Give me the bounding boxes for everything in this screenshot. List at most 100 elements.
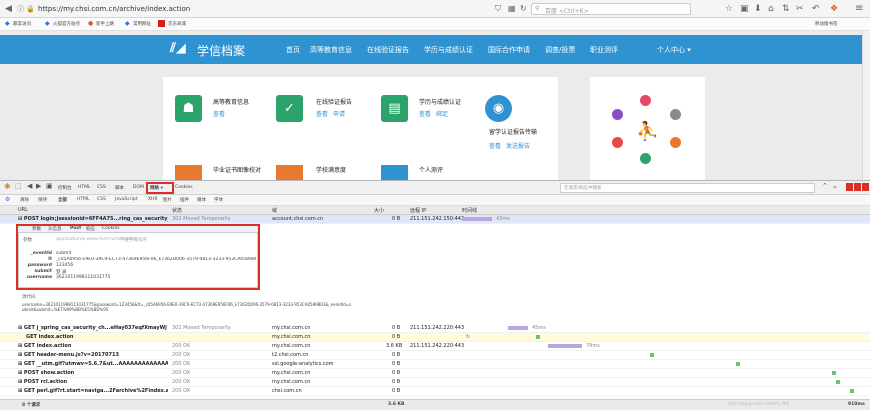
addon-icon[interactable]: ❖: [830, 0, 838, 18]
nav-item[interactable]: 学历与成绩认证: [424, 45, 473, 55]
service-title[interactable]: 学校满意度: [316, 165, 346, 174]
minimize-icon[interactable]: [846, 183, 853, 191]
tab-cookies[interactable]: Cookies: [175, 185, 193, 190]
service-title[interactable]: 毕业证书图像校对: [213, 165, 261, 174]
filter-persist[interactable]: 保持: [38, 197, 47, 203]
home-icon[interactable]: ⌂: [768, 0, 774, 18]
bookmark-item[interactable]: 京东商城: [168, 21, 186, 27]
detach-icon[interactable]: [854, 183, 861, 191]
filter-plugins[interactable]: 插件: [180, 197, 189, 203]
filter-images[interactable]: 图片: [163, 197, 172, 203]
network-filter-bar: ⚙ 清除 保持 全部 HTML CSS JavaScript XHR 图片 插件…: [0, 195, 870, 206]
request-domain: t2.chsi.com.cn: [272, 352, 309, 358]
request-row[interactable]: ⊞ GET __utm.gif?utmwv=5.6.7&ut...AAAAAAA…: [0, 360, 870, 369]
bookmark-item[interactable]: 新手上路: [96, 21, 114, 27]
tab-script[interactable]: 脚本: [115, 185, 124, 191]
mobile-bookmarks[interactable]: 移动版书签: [815, 21, 838, 27]
download-icon[interactable]: ⬇: [754, 0, 762, 18]
request-row[interactable]: ⊞ GET index.action 200 OK my.chsi.com.cn…: [0, 342, 870, 351]
request-row[interactable]: ⊞ GET header-menu.js?v=20170713 200 OK t…: [0, 351, 870, 360]
filter-html[interactable]: HTML: [77, 197, 90, 202]
service-link[interactable]: 查看: [213, 109, 225, 118]
filter-all[interactable]: 全部: [58, 197, 67, 203]
service-title[interactable]: 学历与成绩认证: [419, 97, 461, 106]
service-link[interactable]: 申请: [333, 109, 345, 118]
nav-item[interactable]: 调查/投票: [545, 45, 575, 55]
nav-item[interactable]: 高等教育信息: [310, 45, 352, 55]
grid-icon[interactable]: ▦: [508, 0, 516, 18]
request-url: ⊞ POST rcl.action: [18, 379, 68, 385]
nav-item[interactable]: 在线验证报告: [367, 45, 409, 55]
column-url[interactable]: URL: [18, 207, 28, 213]
request-row[interactable]: ⊞ GET perl.gif?rt.start=naviga...2Farchi…: [0, 387, 870, 396]
back-icon[interactable]: ◀: [5, 0, 12, 18]
request-row[interactable]: GET index.action my.chsi.com.cn 0 B ↻: [0, 333, 870, 342]
nav-item[interactable]: 个人中心 ▾: [657, 45, 691, 55]
next-icon[interactable]: ⌄: [832, 182, 838, 190]
tab-console[interactable]: 控制台: [58, 185, 72, 191]
nav-item[interactable]: 职业测评: [590, 45, 618, 55]
tab-css[interactable]: CSS: [97, 185, 106, 190]
devtools-search[interactable]: 在请求/响应中搜索: [560, 183, 815, 193]
service-link[interactable]: 查看: [316, 109, 328, 118]
column-remote-ip[interactable]: 远程 IP: [410, 207, 426, 214]
search-icon: ⚲: [535, 5, 540, 12]
bookmark-item[interactable]: 最常访问: [13, 21, 31, 27]
service-link[interactable]: 绑定: [436, 109, 448, 118]
request-size: 0 B: [392, 370, 401, 376]
column-timeline[interactable]: 时间线: [462, 207, 477, 214]
service-link[interactable]: 发送报告: [506, 141, 530, 150]
screenshot-icon[interactable]: ✂: [796, 0, 804, 18]
undo-icon[interactable]: ↶: [812, 0, 820, 18]
page-scrollbar[interactable]: [862, 31, 870, 180]
column-status[interactable]: 状态: [172, 207, 182, 214]
request-url: ⊞ GET perl.gif?rt.start=naviga...2Farchi…: [18, 388, 168, 394]
tab-dom[interactable]: DOM: [133, 185, 144, 190]
prev-icon[interactable]: ⌃: [822, 182, 828, 190]
close-icon[interactable]: [862, 183, 869, 191]
service-title[interactable]: 留学认证报告传输: [489, 127, 537, 136]
request-row[interactable]: ⊞ GET j_spring_cas_security_ch...eHay037…: [0, 324, 870, 333]
filter-clear[interactable]: 清除: [20, 197, 29, 203]
sync-icon[interactable]: ⇅: [782, 0, 790, 18]
filter-media[interactable]: 媒体: [197, 197, 206, 203]
request-url: ⊞ GET j_spring_cas_security_ch...eHay037…: [18, 325, 167, 331]
nav-item[interactable]: 国际合作申请: [488, 45, 530, 55]
filter-xhr[interactable]: XHR: [148, 197, 158, 202]
request-size: 3.6 KB: [386, 343, 403, 349]
site-logo[interactable]: 学信档案: [197, 42, 245, 59]
filter-css[interactable]: CSS: [97, 197, 106, 202]
forward-icon[interactable]: ▶: [36, 182, 41, 190]
inspect-icon[interactable]: ⬚: [15, 182, 22, 190]
service-link[interactable]: 查看: [489, 141, 501, 150]
selected-request-row[interactable]: ⊟ POST login;jsessionid=6FF4A75...ring_c…: [0, 215, 870, 224]
firebug-icon[interactable]: ✱: [4, 182, 11, 191]
request-row[interactable]: ⊞ POST rcl.action 200 OK my.chsi.com.cn …: [0, 378, 870, 387]
shield-icon[interactable]: ⛉: [495, 0, 501, 18]
back-icon[interactable]: ◀: [27, 182, 32, 190]
browser-toolbar: ◀ ⓘ 🔒 https://my.chsi.com.cn/archive/ind…: [0, 0, 870, 18]
column-size[interactable]: 大小: [374, 207, 384, 214]
menu-icon[interactable]: ≡: [855, 0, 863, 18]
bookmark-item[interactable]: 火狐官方站点: [53, 21, 80, 27]
column-domain[interactable]: 域: [272, 207, 277, 214]
filter-fonts[interactable]: 字体: [214, 197, 223, 203]
search-box[interactable]: ⚲ 百度 <Ctrl+K>: [531, 3, 691, 15]
tab-html[interactable]: HTML: [78, 185, 91, 190]
star-icon[interactable]: ☆: [725, 0, 733, 18]
filter-js[interactable]: JavaScript: [115, 197, 138, 202]
service-title[interactable]: 高等教育信息: [213, 97, 249, 106]
bookmark-item[interactable]: 常用网址: [133, 21, 151, 27]
request-row[interactable]: ⊞ POST show.action 200 OK my.chsi.com.cn…: [0, 369, 870, 378]
service-link[interactable]: 查看: [419, 109, 431, 118]
dock-icon[interactable]: ▣: [46, 182, 53, 190]
nav-item[interactable]: 首页: [286, 45, 300, 55]
reload-icon[interactable]: ↻: [520, 0, 527, 18]
service-title[interactable]: 个人测评: [419, 165, 443, 174]
request-domain: ssl.google-analytics.com: [272, 361, 334, 367]
service-title[interactable]: 在线验证报告: [316, 97, 352, 106]
settings-icon[interactable]: ⚙: [5, 196, 10, 203]
library-icon[interactable]: ▣: [740, 0, 749, 18]
info-icon[interactable]: ⓘ: [17, 0, 24, 18]
url-field[interactable]: https://my.chsi.com.cn/archive/index.act…: [38, 5, 190, 13]
